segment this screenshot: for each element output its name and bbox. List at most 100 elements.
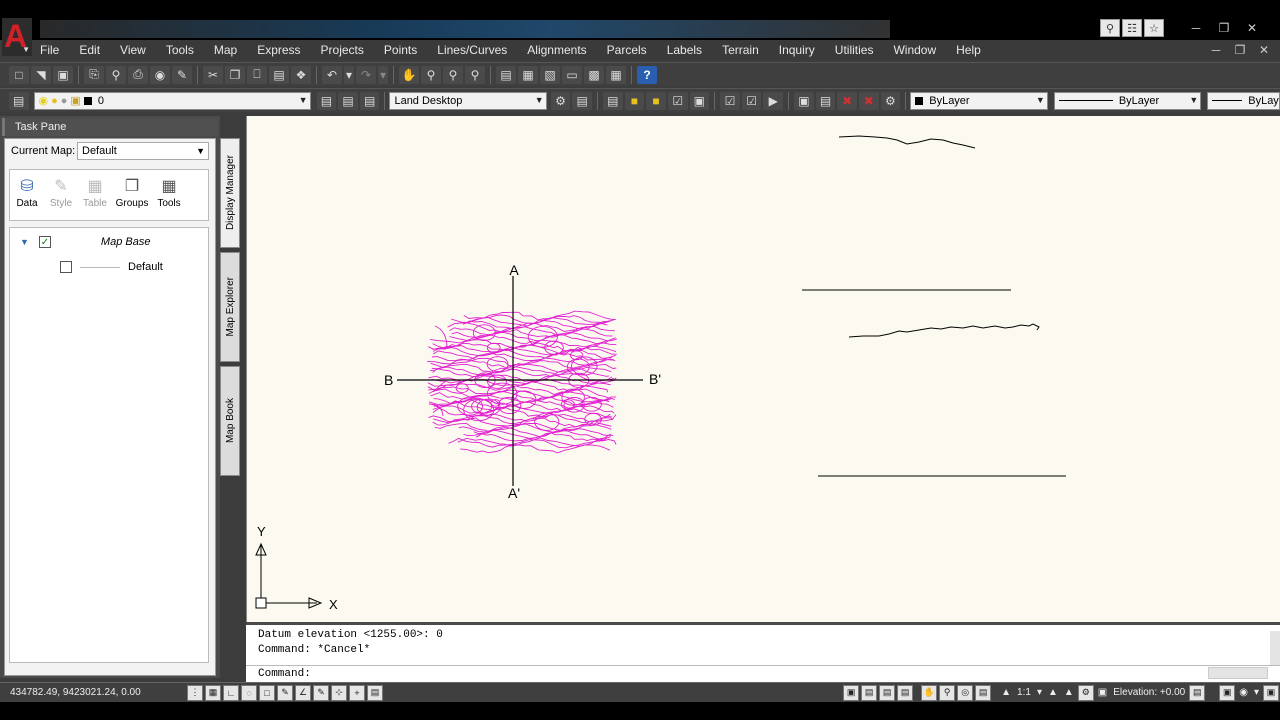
quick-properties-icon[interactable]: ▤ xyxy=(367,684,383,701)
publish-icon[interactable]: ◉ xyxy=(150,65,170,84)
tree-row-map-base[interactable]: ▼ ✓ Map Base xyxy=(20,236,150,248)
coordinate-readout[interactable]: 434782.49, 9423021.24, 0.00 xyxy=(0,687,186,698)
3d-object-snap-icon[interactable]: ✎ xyxy=(277,684,293,701)
doc-restore-icon[interactable]: ❐ xyxy=(1228,40,1252,60)
drawing-canvas[interactable]: A A' B B' Y X xyxy=(246,116,1280,622)
menu-window[interactable]: Window xyxy=(883,40,946,60)
menu-utilities[interactable]: Utilities xyxy=(825,40,884,60)
style-tool-button[interactable]: ✎ Style xyxy=(46,170,76,220)
lock-icon[interactable]: ▣ xyxy=(1098,687,1107,698)
person-icon[interactable]: ☷ xyxy=(1122,19,1142,37)
menu-edit[interactable]: Edit xyxy=(69,40,110,60)
design-center-icon[interactable]: ▦ xyxy=(518,65,538,84)
showmotion-icon[interactable]: ▤ xyxy=(975,684,992,701)
layer-isolate-icon[interactable]: ▤ xyxy=(602,91,623,110)
close-icon[interactable]: ✕ xyxy=(1238,19,1266,37)
layer-change-icon[interactable]: ▶ xyxy=(763,91,784,110)
map-base-checkbox[interactable]: ✓ xyxy=(38,236,51,248)
tab-map-book[interactable]: Map Book xyxy=(220,366,240,476)
quick-view-layouts-icon[interactable]: ▤ xyxy=(861,684,878,701)
copy-icon[interactable]: ❐ xyxy=(225,65,245,84)
tree-row-default[interactable]: Default xyxy=(60,261,163,273)
groups-tool-button[interactable]: ❐ Groups xyxy=(114,170,150,220)
expand-triangle-icon[interactable]: ▼ xyxy=(20,237,29,247)
tools-tool-button[interactable]: ▦ Tools xyxy=(154,170,184,220)
save-icon[interactable]: ▣ xyxy=(53,65,73,84)
menu-map[interactable]: Map xyxy=(204,40,247,60)
menu-terrain[interactable]: Terrain xyxy=(712,40,769,60)
menu-projects[interactable]: Projects xyxy=(311,40,374,60)
menu-lines-curves[interactable]: Lines/Curves xyxy=(427,40,517,60)
command-input-bar[interactable]: Command: xyxy=(246,665,1280,683)
doc-minimize-icon[interactable]: ─ xyxy=(1204,40,1228,60)
zoom-status-icon[interactable]: ⚲ xyxy=(939,684,956,701)
layer-delete-x-icon[interactable]: ✖ xyxy=(837,91,857,110)
workspace-dropdown[interactable]: Land Desktop ▼ xyxy=(389,91,547,110)
layer-previous-icon[interactable]: ▤ xyxy=(338,91,358,110)
layer-off-icon[interactable]: ▣ xyxy=(689,91,710,110)
menu-points[interactable]: Points xyxy=(374,40,427,60)
command-horizontal-scrollbar[interactable] xyxy=(1208,667,1268,679)
layer-walk-icon[interactable]: ■ xyxy=(624,91,645,110)
tool-palettes-icon[interactable]: ▧ xyxy=(540,65,560,84)
menu-alignments[interactable]: Alignments xyxy=(517,40,596,60)
clean-screen-icon[interactable]: ▣ xyxy=(1263,684,1279,701)
viewport-icon[interactable]: ▣ xyxy=(794,91,814,110)
application-menu-button[interactable]: A ▼ xyxy=(2,18,32,56)
layer-match-icon[interactable]: ■ xyxy=(646,91,666,110)
layer-states-icon[interactable]: ▤ xyxy=(359,91,380,110)
status-menu-chevron-icon[interactable]: ▾ xyxy=(1254,687,1259,698)
undo-dropdown-icon[interactable]: ▾ xyxy=(344,65,354,84)
zoom-previous-icon[interactable]: ⚲ xyxy=(465,65,485,84)
open-folder-icon[interactable]: ◥ xyxy=(31,65,51,84)
command-scrollbar[interactable] xyxy=(1270,631,1280,667)
search-icon[interactable]: ⚲ xyxy=(1100,19,1120,37)
sheet-set-icon[interactable]: ▭ xyxy=(562,65,582,84)
layer-manager-icon[interactable]: ▤ xyxy=(8,91,29,110)
task-pane-title[interactable]: Task Pane xyxy=(2,118,218,136)
print-preview-icon[interactable]: ⚲ xyxy=(106,65,126,84)
layer-unlock-icon[interactable]: ☑ xyxy=(741,91,762,110)
hardware-acceleration-icon[interactable]: ▤ xyxy=(1189,684,1206,701)
menu-inquiry[interactable]: Inquiry xyxy=(769,40,825,60)
help-icon[interactable]: ? xyxy=(637,65,657,84)
zoom-window-icon[interactable]: ⚲ xyxy=(443,65,463,84)
paste-icon[interactable]: ⎕ xyxy=(247,65,267,84)
star-icon[interactable]: ☆ xyxy=(1144,19,1164,37)
redo-dropdown-icon[interactable]: ▾ xyxy=(378,65,388,84)
workspace-switch-icon[interactable]: ⚙ xyxy=(1077,684,1094,701)
isolate-objects-icon[interactable]: ◉ xyxy=(1239,687,1248,698)
menu-express[interactable]: Express xyxy=(247,40,310,60)
match-properties-icon[interactable]: ❖ xyxy=(291,65,311,84)
dynamic-input-icon[interactable]: ⊹ xyxy=(331,684,347,701)
undo-icon[interactable]: ↶ xyxy=(322,65,342,84)
object-snap-tracking-icon[interactable]: ∠ xyxy=(295,684,311,701)
layer-dropdown[interactable]: ◉ ● ● ▣ 0 ▼ xyxy=(33,91,311,110)
toolbar-lock-icon[interactable]: ▣ xyxy=(1219,684,1236,701)
layer-merge-icon[interactable]: ▤ xyxy=(815,91,836,110)
annotation-visibility-icon[interactable]: ▲ xyxy=(1048,687,1058,698)
plot-icon[interactable]: ⎙ xyxy=(128,65,148,84)
elevation-readout[interactable]: Elevation: +0.00 xyxy=(1113,687,1185,698)
layer-delete-icon[interactable]: ✖ xyxy=(858,91,879,110)
steering-wheel-icon[interactable]: ◎ xyxy=(957,684,974,701)
current-map-select[interactable]: Default ▼ xyxy=(77,142,209,160)
chevron-down-icon[interactable]: ▾ xyxy=(1037,687,1042,698)
minimize-icon[interactable]: ─ xyxy=(1182,19,1210,37)
layer-freeze-icon[interactable]: ☑ xyxy=(667,91,688,110)
lineweight-toggle-icon[interactable]: + xyxy=(349,684,365,701)
quick-view-drawings-icon[interactable]: ▤ xyxy=(879,684,896,701)
new-file-icon[interactable]: □ xyxy=(9,65,29,84)
make-current-layer-icon[interactable]: ▤ xyxy=(316,91,337,110)
print-icon[interactable]: ⎘ xyxy=(84,65,104,84)
pan-icon[interactable]: ✋ xyxy=(399,65,419,84)
menu-help[interactable]: Help xyxy=(946,40,991,60)
tab-display-manager[interactable]: Display Manager xyxy=(220,138,240,248)
annotation-scale[interactable]: 1:1 xyxy=(1017,687,1031,698)
menu-labels[interactable]: Labels xyxy=(657,40,712,60)
polar-tracking-icon[interactable]: ◌ xyxy=(241,684,257,701)
workspace-save-icon[interactable]: ▤ xyxy=(572,91,592,110)
data-tool-button[interactable]: ⛁ Data xyxy=(12,170,42,220)
menu-view[interactable]: View xyxy=(110,40,156,60)
menu-tools[interactable]: Tools xyxy=(156,40,204,60)
